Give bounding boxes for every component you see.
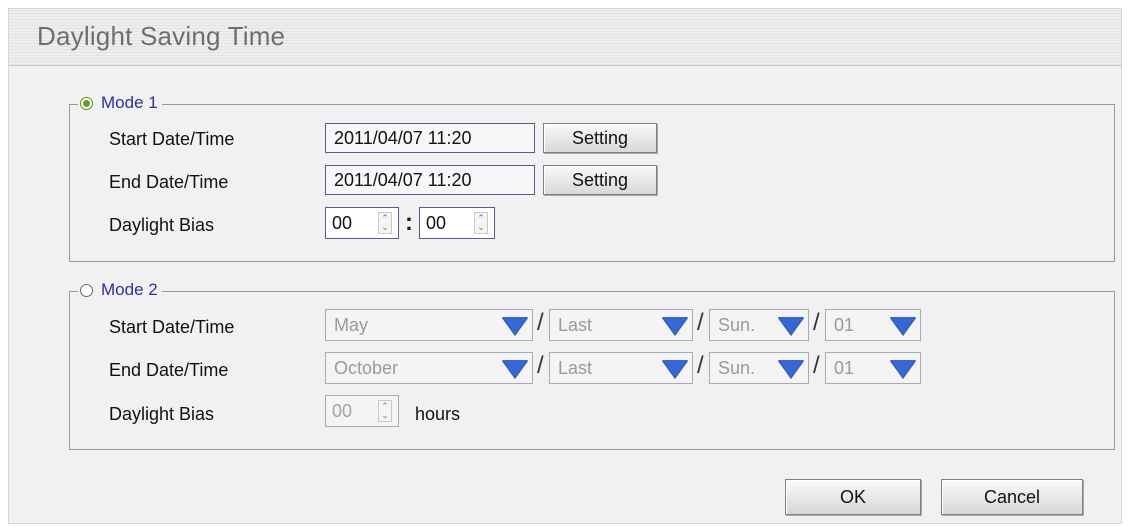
triangle-down-icon[interactable] [778, 317, 804, 335]
mode2-radio[interactable]: Mode 2 [78, 280, 162, 300]
mode1-end-datetime[interactable]: 2011/04/07 11:20 [325, 165, 535, 195]
mode2-end-label: End Date/Time [109, 360, 229, 380]
date-separator: / [537, 352, 544, 379]
mode2-start-hour-value: 01 [834, 315, 855, 335]
mode1-start-datetime[interactable]: 2011/04/07 11:20 [325, 123, 535, 153]
cancel-button[interactable]: Cancel [941, 479, 1083, 515]
triangle-down-icon[interactable] [662, 360, 688, 378]
spin-arrows-icon[interactable]: ⌃ ⌄ [474, 212, 488, 234]
date-separator: / [697, 352, 704, 379]
mode2-bias-unit: hours [415, 404, 461, 424]
mode2-bias-label: Daylight Bias [109, 404, 215, 424]
mode2-start-week-value: Last [558, 315, 593, 335]
mode1-radio-icon[interactable] [80, 96, 93, 110]
mode2-start-day-value: Sun. [718, 315, 756, 335]
mode1-end-label: End Date/Time [109, 172, 229, 192]
triangle-down-icon[interactable] [502, 317, 528, 335]
mode1-bias-label: Daylight Bias [109, 215, 215, 235]
mode2-start-label: Start Date/Time [109, 317, 235, 337]
mode1-bias-minutes-value: 00 [426, 213, 447, 233]
dialog-title: Daylight Saving Time [37, 21, 286, 51]
mode2-bias-value: 00 [332, 401, 353, 421]
triangle-down-icon[interactable] [662, 317, 688, 335]
mode2-end-day-select[interactable]: Sun. [709, 352, 809, 384]
daylight-saving-dialog: Daylight Saving Time Mode 1 Start Date/T… [8, 8, 1122, 524]
mode2-start-month-select[interactable]: May [325, 309, 533, 341]
mode1-start-label: Start Date/Time [109, 129, 235, 149]
mode2-start-month-value: May [334, 315, 369, 335]
mode2-label: Mode 2 [101, 280, 158, 299]
mode1-start-setting-button[interactable]: Setting [543, 123, 657, 153]
bias-colon: : [405, 209, 413, 236]
mode1-bias-hours-value: 00 [332, 213, 353, 233]
date-separator: / [813, 352, 820, 379]
triangle-down-icon[interactable] [890, 360, 916, 378]
mode2-radio-icon[interactable] [80, 283, 93, 297]
mode2-end-month-value: October [334, 358, 399, 378]
triangle-down-icon[interactable] [502, 360, 528, 378]
mode2-start-day-select[interactable]: Sun. [709, 309, 809, 341]
mode1-end-setting-button[interactable]: Setting [543, 165, 657, 195]
spin-arrows-icon[interactable]: ⌃ ⌄ [378, 400, 392, 422]
mode1-bias-hours-spinner[interactable]: 00 ⌃ ⌄ [325, 207, 399, 239]
mode1-radio[interactable]: Mode 1 [78, 93, 162, 113]
mode2-end-hour-value: 01 [834, 358, 855, 378]
date-separator: / [813, 309, 820, 336]
title-bar: Daylight Saving Time [9, 9, 1121, 66]
mode2-end-day-value: Sun. [718, 358, 756, 378]
mode1-label: Mode 1 [101, 93, 158, 112]
mode2-end-week-select[interactable]: Last [549, 352, 693, 384]
mode2-end-week-value: Last [558, 358, 593, 378]
mode2-start-hour-select[interactable]: 01 [825, 309, 921, 341]
mode2-start-week-select[interactable]: Last [549, 309, 693, 341]
mode2-end-hour-select[interactable]: 01 [825, 352, 921, 384]
triangle-down-icon[interactable] [778, 360, 804, 378]
mode2-bias-spinner[interactable]: 00 ⌃ ⌄ [325, 395, 399, 427]
spin-arrows-icon[interactable]: ⌃ ⌄ [378, 212, 392, 234]
date-separator: / [697, 309, 704, 336]
date-separator: / [537, 309, 544, 336]
mode2-end-month-select[interactable]: October [325, 352, 533, 384]
triangle-down-icon[interactable] [890, 317, 916, 335]
mode1-bias-minutes-spinner[interactable]: 00 ⌃ ⌄ [419, 207, 495, 239]
ok-button[interactable]: OK [785, 479, 921, 515]
